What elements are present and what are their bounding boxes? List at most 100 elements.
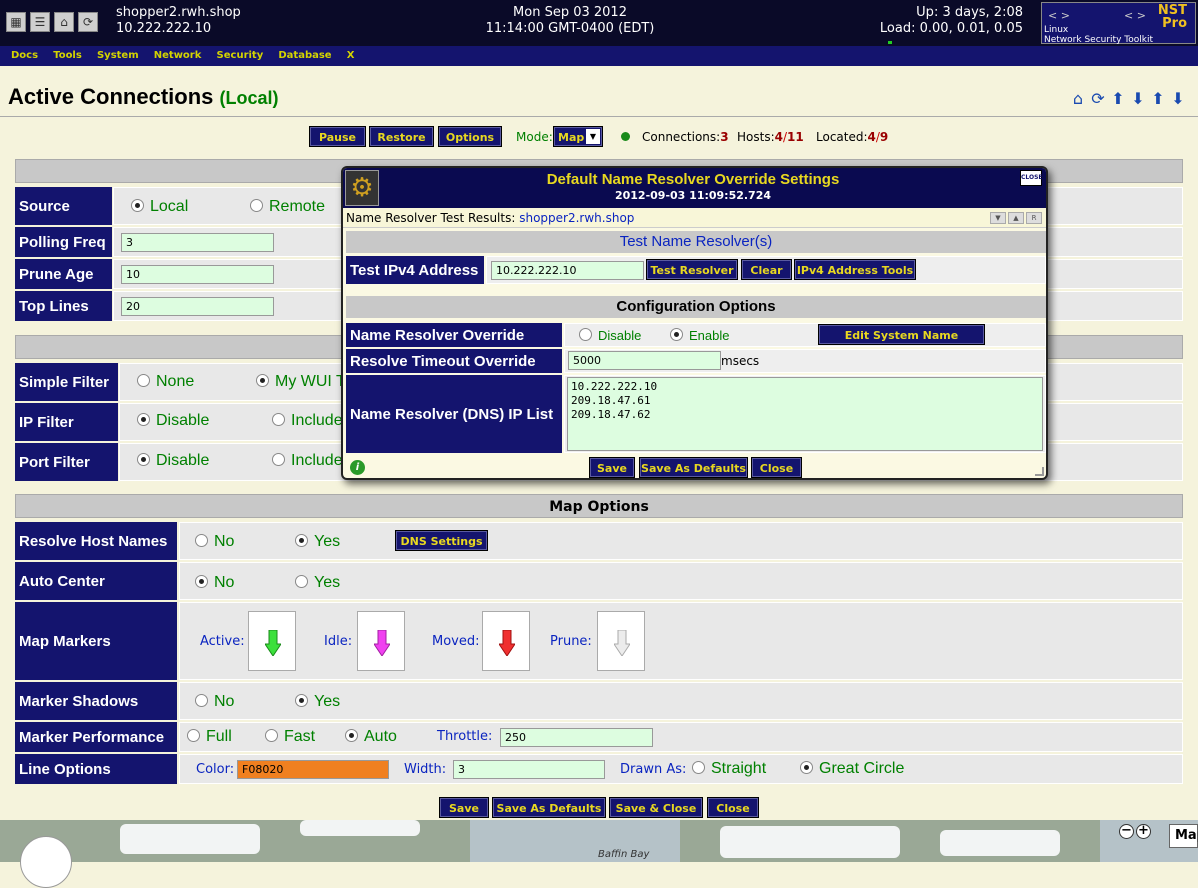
arrow-down-red-icon	[499, 630, 515, 656]
perf-full-radio[interactable]: Full	[187, 727, 232, 747]
restore-button[interactable]: Restore	[369, 126, 434, 147]
override-enable-radio[interactable]: Enable	[670, 326, 729, 346]
autocenter-yes-radio[interactable]: Yes	[295, 573, 340, 593]
arrow-up-icon[interactable]: ⬆	[1109, 89, 1127, 109]
toplines-input[interactable]: 20	[121, 297, 274, 316]
dialog-save-button[interactable]: Save	[589, 457, 635, 478]
arrow-down-icon[interactable]: ⬇	[1169, 89, 1187, 109]
autocenter-label: Auto Center	[15, 562, 177, 600]
polling-input[interactable]: 3	[121, 233, 274, 252]
line-width-input[interactable]: 3	[453, 760, 605, 779]
terminal-icon[interactable]: ▦	[6, 12, 26, 32]
test-heading: Test Name Resolver(s)	[346, 231, 1046, 253]
uptime-info: Up: 3 days, 2:08 Load: 0.00, 0.01, 0.05	[860, 5, 1023, 37]
resolve-no-radio[interactable]: No	[195, 532, 234, 552]
shadows-no-radio[interactable]: No	[195, 692, 234, 712]
drawn-straight-radio[interactable]: Straight	[692, 759, 766, 779]
test-resolver-button[interactable]: Test Resolver	[646, 259, 738, 280]
arrow-up-icon[interactable]: ⬆	[1149, 89, 1167, 109]
nst-logo[interactable]: < > < > NST Pro Linux Network Security Too…	[1041, 2, 1196, 45]
menu-item-security[interactable]: Security	[217, 46, 264, 66]
reset-icon[interactable]: R	[1026, 212, 1042, 224]
dns-settings-button[interactable]: DNS Settings	[395, 530, 488, 551]
zoom-in-icon[interactable]: +	[1136, 824, 1151, 839]
throttle-input[interactable]: 250	[500, 728, 653, 747]
hosts-stat: Hosts:4/11	[737, 130, 804, 144]
ip-filter-label: IP Filter	[15, 403, 118, 441]
dialog-header[interactable]: ⚙ Default Name Resolver Override Setting…	[343, 168, 1046, 208]
moved-marker-box[interactable]	[482, 611, 530, 671]
info-icon[interactable]: i	[350, 460, 365, 475]
menu-item-docs[interactable]: Docs	[11, 46, 38, 66]
prune-marker-label: Prune:	[550, 634, 592, 649]
map-save-button[interactable]: Save	[439, 797, 489, 818]
menu-item-network[interactable]: Network	[154, 46, 202, 66]
map-type-button[interactable]: Map	[1169, 824, 1198, 848]
iplist-textarea[interactable]: 10.222.222.10 209.18.47.61 209.18.47.62	[567, 377, 1043, 451]
arrow-down-pink-icon	[374, 630, 390, 656]
map-zoom-controls: − +	[1119, 824, 1151, 839]
expand-icon[interactable]: ▲	[1008, 212, 1024, 224]
map-save-close-button[interactable]: Save & Close	[609, 797, 703, 818]
dialog-close-icon[interactable]: CLOSE	[1020, 170, 1043, 186]
mode-select[interactable]: Map ▼	[553, 126, 603, 147]
ip-filter-disable-radio[interactable]: Disable	[137, 411, 209, 431]
ipv4-tools-button[interactable]: IPv4 Address Tools	[794, 259, 916, 280]
active-marker-box[interactable]	[248, 611, 296, 671]
perf-auto-radio[interactable]: Auto	[345, 727, 397, 747]
home-icon[interactable]: ⌂	[54, 12, 74, 32]
override-disable-radio[interactable]: Disable	[579, 326, 641, 346]
simple-filter-mywui-radio[interactable]: My WUI T	[256, 372, 346, 392]
clear-button[interactable]: Clear	[741, 259, 792, 280]
load-indicator	[888, 41, 892, 44]
resolve-yes-radio[interactable]: Yes	[295, 532, 340, 552]
load-text: Load: 0.00, 0.01, 0.05	[879, 21, 1023, 36]
grid-icon[interactable]: ☰	[30, 12, 50, 32]
active-marker-label: Active:	[200, 634, 245, 649]
pause-button[interactable]: Pause	[309, 126, 366, 147]
map-ice	[720, 826, 900, 858]
port-filter-include-radio[interactable]: Include	[272, 451, 343, 471]
perf-fast-radio[interactable]: Fast	[265, 727, 315, 747]
edit-system-resolver-button[interactable]: Edit System Name Resolver	[818, 324, 985, 363]
drawn-great-circle-radio[interactable]: Great Circle	[800, 759, 904, 779]
map-save-defaults-button[interactable]: Save As Defaults	[492, 797, 606, 818]
timeout-label: Resolve Timeout Override	[346, 349, 562, 373]
port-filter-disable-radio[interactable]: Disable	[137, 451, 209, 471]
refresh-icon[interactable]: ⟳	[78, 12, 98, 32]
idle-marker-box[interactable]	[357, 611, 405, 671]
dialog-save-defaults-button[interactable]: Save As Defaults	[639, 457, 748, 478]
results-controls: ▼ ▲ R	[990, 212, 1042, 224]
map-close-button[interactable]: Close	[707, 797, 759, 818]
map-pan-control[interactable]	[20, 836, 72, 888]
menu-item-database[interactable]: Database	[278, 46, 331, 66]
menu-item-system[interactable]: System	[97, 46, 139, 66]
refresh-icon[interactable]: ⟳	[1089, 89, 1107, 109]
line-options-label: Line Options	[15, 754, 177, 784]
zoom-out-icon[interactable]: −	[1119, 824, 1134, 839]
line-color-input[interactable]: F08020	[237, 760, 389, 779]
simple-filter-none-radio[interactable]: None	[137, 372, 194, 392]
menu-item-tools[interactable]: Tools	[53, 46, 82, 66]
test-ipv4-input[interactable]: 10.222.222.10	[491, 261, 644, 280]
menu-item-x[interactable]: X	[347, 46, 355, 66]
prune-marker-box[interactable]	[597, 611, 645, 671]
home-icon[interactable]: ⌂	[1069, 89, 1087, 109]
timeout-input[interactable]: 5000	[568, 351, 721, 370]
arrow-down-green-icon	[265, 630, 281, 656]
autocenter-no-radio[interactable]: No	[195, 573, 234, 593]
polling-label: Polling Freq	[15, 227, 112, 257]
ip-filter-include-radio[interactable]: Include	[272, 411, 343, 431]
hostname: shopper2.rwh.shop	[116, 5, 241, 20]
options-button[interactable]: Options	[438, 126, 502, 147]
dialog-close-button[interactable]: Close	[751, 457, 802, 478]
shadows-yes-radio[interactable]: Yes	[295, 692, 340, 712]
prune-input[interactable]: 10	[121, 265, 274, 284]
source-local-radio[interactable]: Local	[131, 197, 188, 217]
name-resolver-dialog: ⚙ Default Name Resolver Override Setting…	[341, 166, 1048, 480]
collapse-icon[interactable]: ▼	[990, 212, 1006, 224]
resize-grip-icon[interactable]	[1035, 467, 1044, 476]
gear-icon: ⚙	[345, 170, 379, 206]
arrow-down-bar-icon[interactable]: ⬇	[1129, 89, 1147, 109]
source-remote-radio[interactable]: Remote	[250, 197, 325, 217]
